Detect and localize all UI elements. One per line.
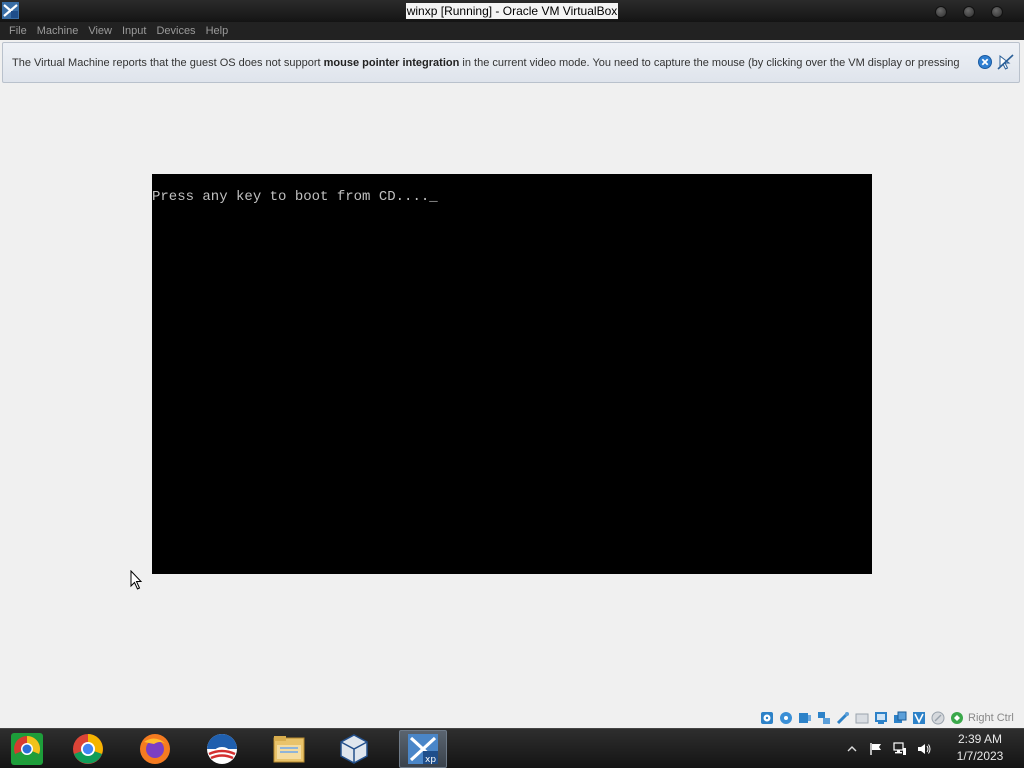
taskbar-virtualbox[interactable] xyxy=(330,730,378,768)
hard-disk-icon[interactable] xyxy=(760,711,774,725)
close-button[interactable] xyxy=(991,6,1003,18)
taskbar-obama-logo[interactable] xyxy=(198,730,246,768)
network-icon[interactable] xyxy=(817,711,831,725)
chromium-icon xyxy=(11,733,43,765)
title-bar[interactable]: winxp [Running] - Oracle VM VirtualBox xyxy=(0,0,1024,22)
taskbar-chromium[interactable] xyxy=(3,730,51,768)
video-capture-icon[interactable] xyxy=(893,711,907,725)
notice-message: The Virtual Machine reports that the gue… xyxy=(12,57,960,69)
taskbar: xp 2:39 AM 1/7/2023 xyxy=(0,728,1024,768)
mouse-disable-icon[interactable] xyxy=(997,54,1014,70)
audio-icon[interactable] xyxy=(798,711,812,725)
volume-icon[interactable] xyxy=(917,742,931,756)
mouse-integration-notice: The Virtual Machine reports that the gue… xyxy=(2,42,1020,83)
menu-file[interactable]: File xyxy=(4,22,32,40)
network-icon[interactable] xyxy=(893,742,907,756)
shared-folders-icon[interactable] xyxy=(855,711,869,725)
clock-time: 2:39 AM xyxy=(957,732,1003,746)
svg-text:xp: xp xyxy=(425,755,436,765)
window-title: winxp [Running] - Oracle VM VirtualBox xyxy=(405,3,619,19)
firefox-icon xyxy=(140,734,170,764)
chrome-icon xyxy=(73,734,103,764)
menu-bar: File Machine View Input Devices Help xyxy=(0,22,1024,40)
minimize-button[interactable] xyxy=(935,6,947,18)
vm-status-bar: Right Ctrl xyxy=(760,708,1024,727)
menu-input[interactable]: Input xyxy=(117,22,151,40)
usb-icon[interactable] xyxy=(836,711,850,725)
host-key-label[interactable]: Right Ctrl xyxy=(968,712,1014,724)
taskbar-file-explorer[interactable] xyxy=(265,730,313,768)
display-icon[interactable] xyxy=(874,711,888,725)
taskbar-winxp-vm[interactable]: xp xyxy=(399,730,447,768)
flag-icon[interactable] xyxy=(869,742,883,756)
menu-devices[interactable]: Devices xyxy=(151,22,200,40)
close-icon[interactable] xyxy=(978,55,992,69)
boot-message: Press any key to boot from CD.... xyxy=(152,189,430,205)
menu-machine[interactable]: Machine xyxy=(32,22,84,40)
clock-date: 1/7/2023 xyxy=(956,749,1004,763)
menu-help[interactable]: Help xyxy=(201,22,234,40)
file-explorer-icon xyxy=(273,736,305,763)
virtualbox-icon xyxy=(340,734,368,764)
winxp-vm-icon: xp xyxy=(408,734,438,765)
menu-view[interactable]: View xyxy=(83,22,117,40)
obama-logo-icon xyxy=(207,734,237,764)
virtualization-icon[interactable] xyxy=(912,711,926,725)
taskbar-clock[interactable]: 2:39 AM 1/7/2023 xyxy=(940,731,1020,767)
system-tray xyxy=(845,741,941,757)
keyboard-capture-icon[interactable] xyxy=(950,711,964,725)
mouse-pointer-icon xyxy=(130,570,143,590)
show-hidden-icons[interactable] xyxy=(845,742,859,756)
maximize-button[interactable] xyxy=(963,6,975,18)
mouse-integration-icon[interactable] xyxy=(931,711,945,725)
taskbar-chrome[interactable] xyxy=(64,730,112,768)
vm-display[interactable]: Press any key to boot from CD...._ xyxy=(152,174,872,574)
text-cursor: _ xyxy=(429,189,438,205)
optical-drive-icon[interactable] xyxy=(779,711,793,725)
taskbar-firefox[interactable] xyxy=(131,730,179,768)
